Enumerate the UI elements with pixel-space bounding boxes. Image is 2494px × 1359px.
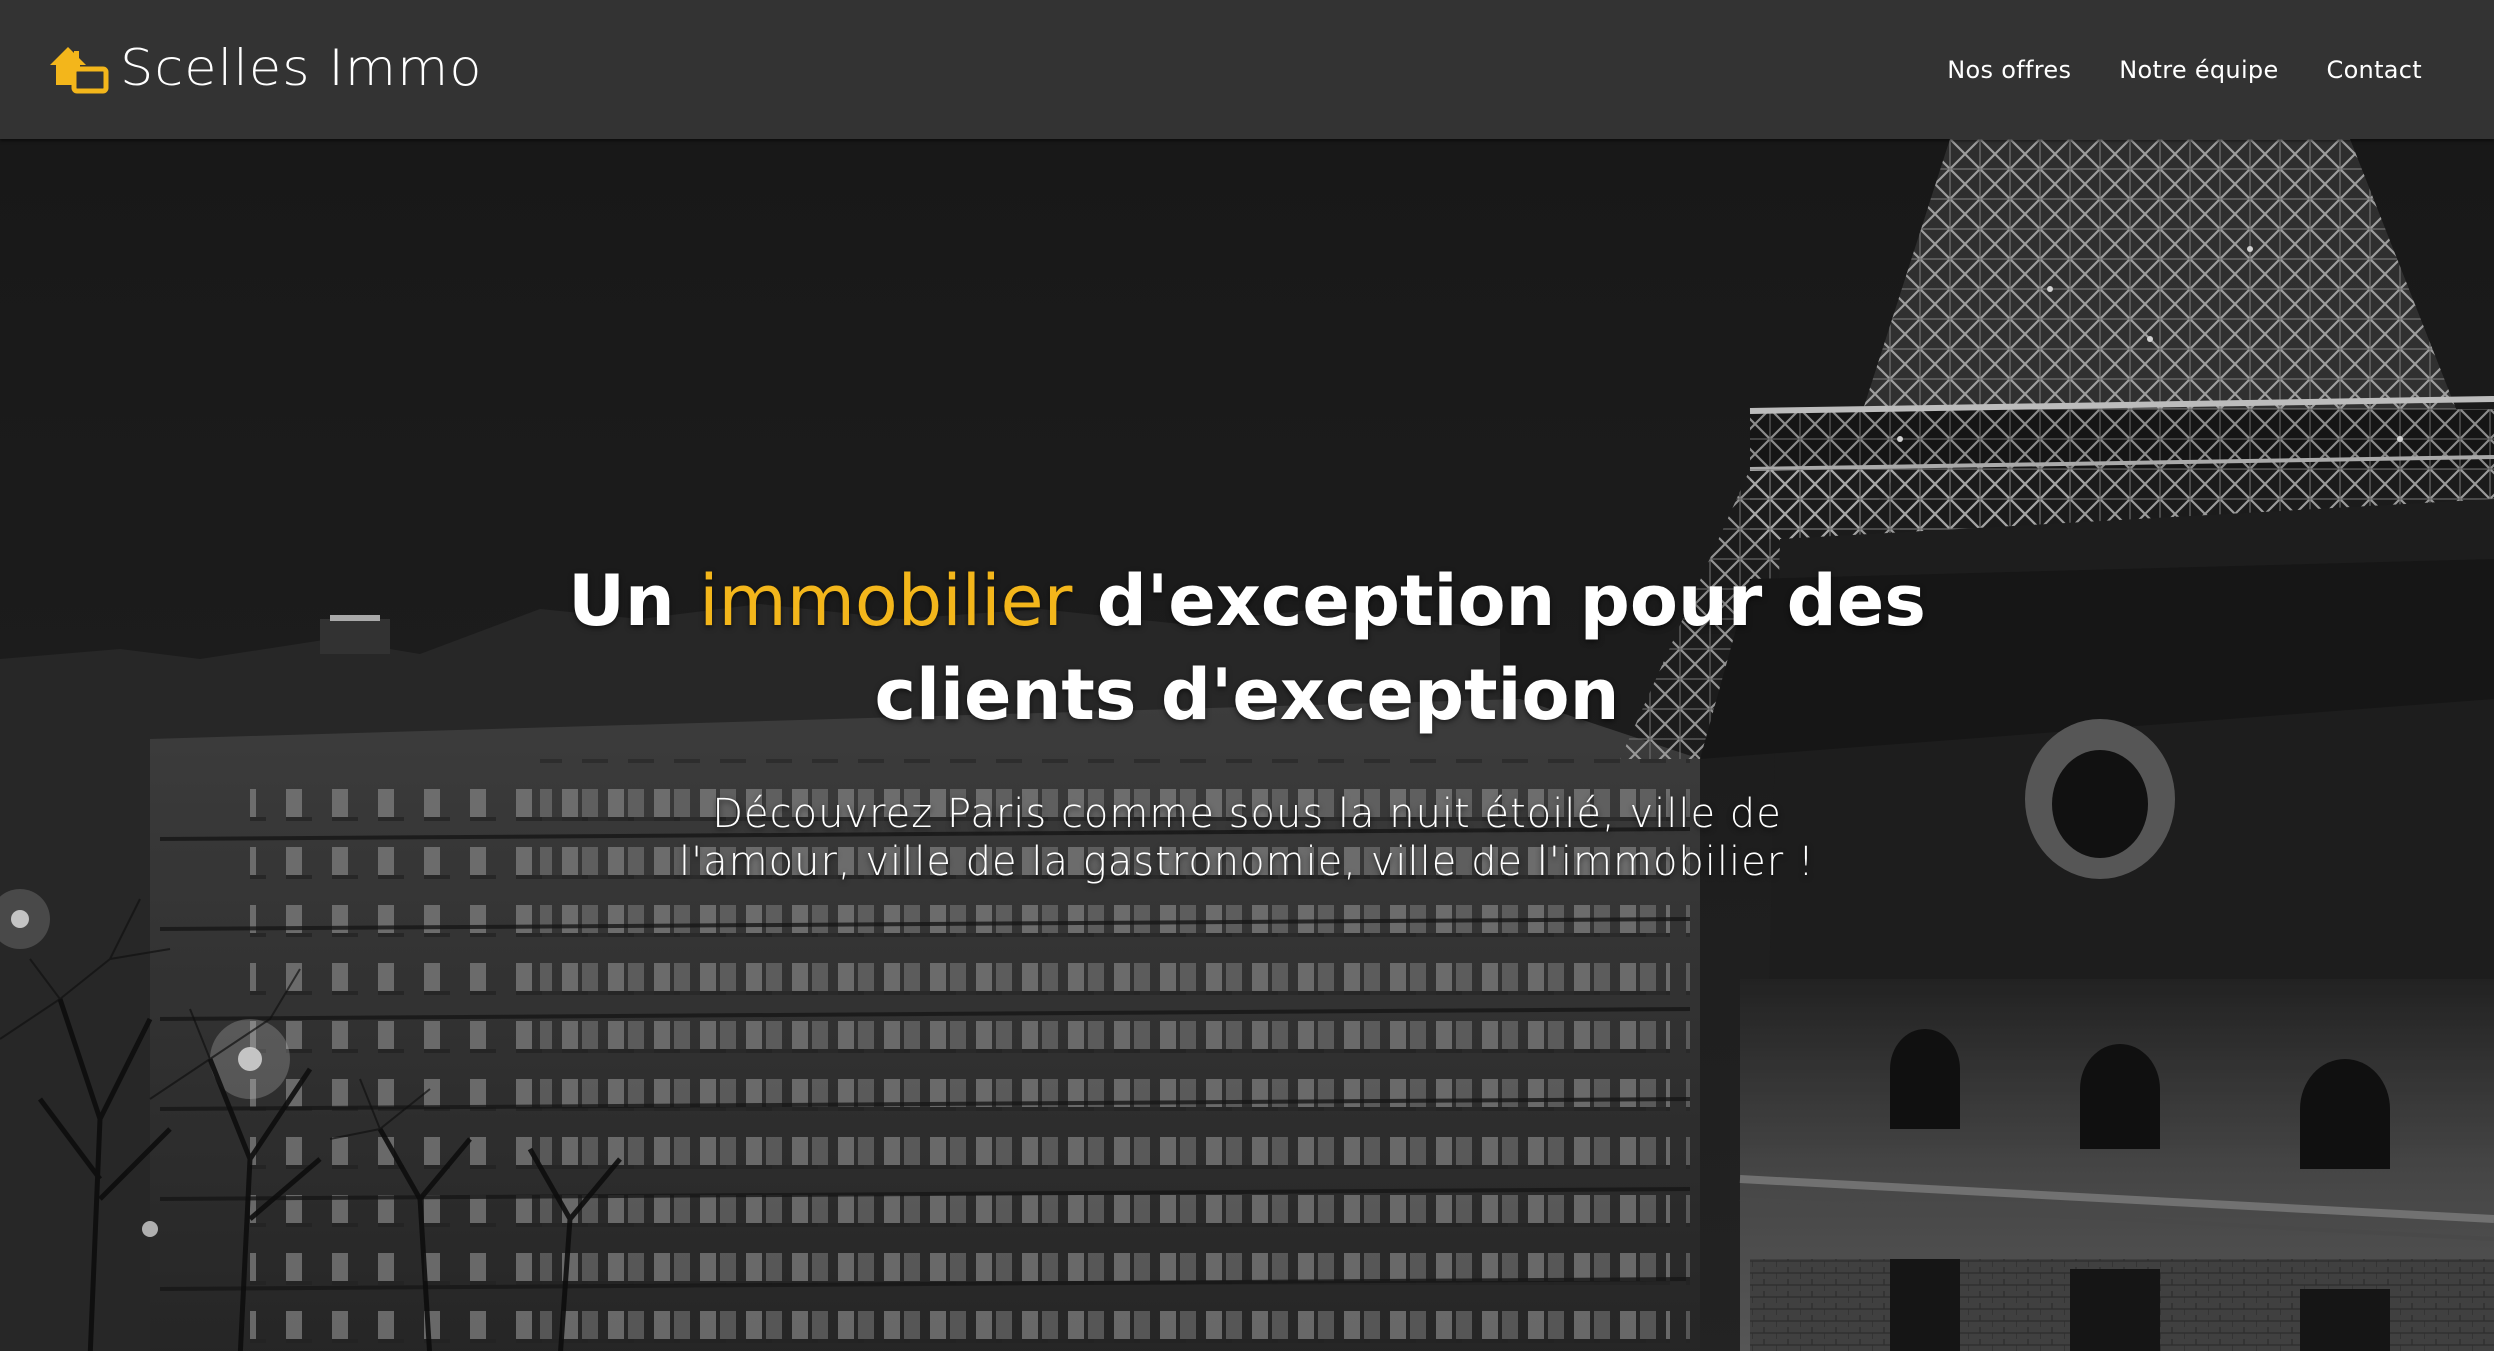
page-bottom-edge: [0, 1351, 2494, 1359]
nav-link-notre-equipe[interactable]: Notre équipe: [2119, 56, 2278, 84]
hero-subtitle: Découvrez Paris comme sous la nuit étoil…: [679, 791, 1815, 885]
brand-name: Scelles Immo: [120, 39, 483, 97]
hero-title-part1: Un: [568, 560, 700, 642]
brand-logo-link[interactable]: Scelles Immo: [48, 36, 481, 100]
nav-link-nos-offres[interactable]: Nos offres: [1947, 56, 2071, 84]
main-nav: Nos offres Notre équipe Contact: [1947, 0, 2422, 139]
hero-content: Un immobilier d'exception pour des clien…: [0, 554, 2494, 886]
nav-link-contact[interactable]: Contact: [2327, 56, 2422, 84]
header: Scelles Immo Nos offres Notre équipe Con…: [0, 0, 2494, 139]
hero-title: Un immobilier d'exception pour des clien…: [547, 554, 1947, 742]
hero-section: Un immobilier d'exception pour des clien…: [0, 139, 2494, 1359]
page: Scelles Immo Nos offres Notre équipe Con…: [0, 0, 2494, 1359]
hero-title-accent: immobilier: [699, 560, 1073, 642]
house-icon: [50, 47, 109, 94]
